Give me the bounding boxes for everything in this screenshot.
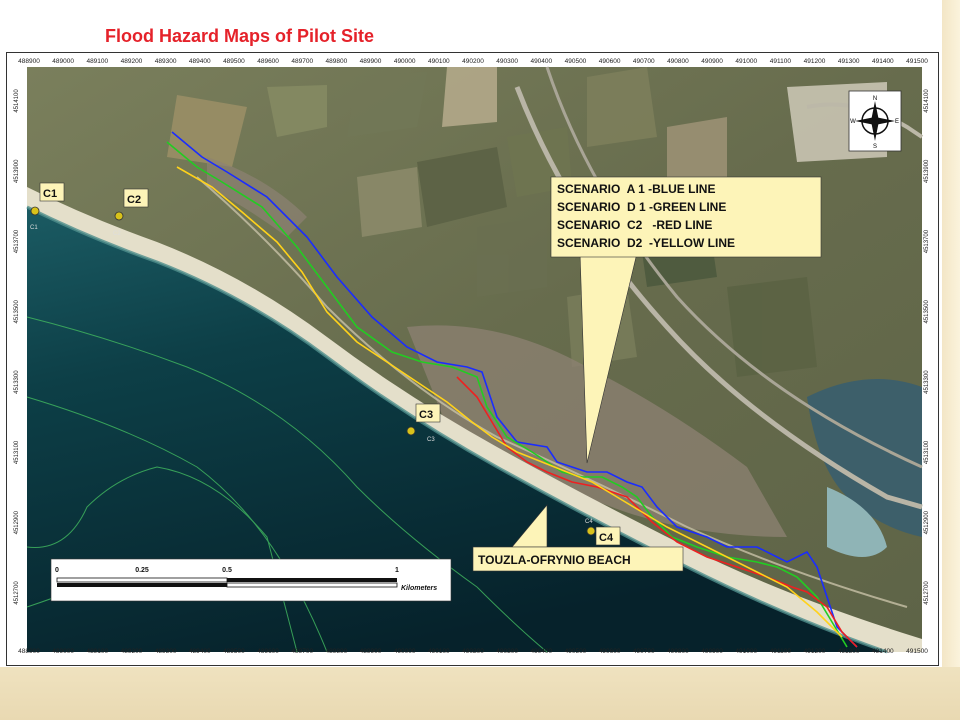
y-tick-label: 4512700	[14, 581, 20, 605]
legend-a1: SCENARIO A 1 -BLUE LINE	[557, 182, 715, 196]
x-tick-label: 490700	[633, 648, 655, 655]
y-tick-label: 4513700	[924, 229, 930, 253]
y-tick-label: 4513700	[14, 229, 20, 253]
x-tick-label: 491400	[872, 648, 894, 655]
y-tick-label: 4513300	[924, 370, 930, 394]
x-tick-label: 489300	[155, 58, 177, 65]
svg-text:C3: C3	[427, 437, 435, 443]
svg-text:Kilometers: Kilometers	[401, 585, 437, 592]
x-tick-label: 489100	[86, 58, 108, 65]
legend-d2: SCENARIO D2 -YELLOW LINE	[557, 236, 735, 250]
compass-rose: N S E W	[848, 90, 902, 152]
svg-text:C4: C4	[599, 532, 614, 544]
x-tick-label: 489800	[326, 58, 348, 65]
compass-n: N	[873, 96, 877, 102]
x-tick-label: 488900	[18, 58, 40, 65]
legend-d1: SCENARIO D 1 -GREEN LINE	[557, 200, 726, 214]
page-title: Flood Hazard Maps of Pilot Site	[105, 26, 375, 46]
x-tick-label: 489600	[257, 58, 279, 65]
x-tick-label: 489600	[257, 648, 279, 655]
x-tick-label: 490600	[599, 58, 621, 65]
x-tick-label: 490800	[667, 58, 689, 65]
y-tick-label: 4512700	[924, 581, 930, 605]
x-tick-label: 489700	[291, 648, 313, 655]
x-tick-label: 489000	[52, 58, 74, 65]
y-tick-label: 4513300	[14, 370, 20, 394]
svg-text:C4: C4	[585, 519, 593, 525]
x-tick-label: 490400	[530, 58, 552, 65]
svg-text:C3: C3	[419, 409, 433, 421]
x-tick-label: 491000	[735, 648, 757, 655]
svg-text:1: 1	[395, 567, 399, 574]
svg-text:0.25: 0.25	[135, 567, 149, 574]
x-tick-label: 491200	[804, 58, 826, 65]
x-tick-label: 491000	[735, 58, 757, 65]
flood-map: 488900 489000 489100 489200 489300 489400 4895…	[6, 52, 939, 666]
x-tick-label: 489700	[291, 58, 313, 65]
compass-e: E	[895, 119, 899, 125]
x-tick-label: 489900	[360, 648, 382, 655]
svg-text:C2: C2	[113, 231, 121, 237]
y-tick-label: 4514100	[924, 89, 930, 113]
x-tick-label: 490400	[530, 648, 552, 655]
x-tick-label: 490900	[701, 648, 723, 655]
x-tick-label: 489100	[86, 648, 108, 655]
x-tick-label: 490200	[462, 648, 484, 655]
y-tick-label: 4513500	[924, 300, 930, 324]
x-tick-label: 490000	[394, 648, 416, 655]
scale-bar: 0 0.25 0.5 1 Kilometers	[50, 558, 452, 602]
x-tick-label: 490100	[428, 58, 450, 65]
compass-w: W	[850, 119, 856, 125]
x-tick-label: 491200	[804, 648, 826, 655]
beach-label: TOUZLA-OFRYNIO BEACH	[478, 553, 631, 567]
x-tick-label: 489800	[326, 648, 348, 655]
x-tick-label: 491100	[770, 58, 792, 65]
compass-s: S	[873, 144, 877, 150]
x-tick-label: 490500	[565, 648, 587, 655]
svg-text:C1: C1	[30, 225, 38, 231]
y-tick-label: 4513500	[14, 300, 20, 324]
x-tick-label: 489900	[360, 58, 382, 65]
x-tick-label: 489000	[52, 648, 74, 655]
bottom-decoration	[0, 667, 960, 720]
x-tick-label: 489400	[189, 648, 211, 655]
x-tick-label: 491300	[838, 648, 860, 655]
x-tick-label: 490000	[394, 58, 416, 65]
x-tick-label: 491300	[838, 58, 860, 65]
svg-text:C1: C1	[43, 188, 57, 200]
x-tick-label: 491100	[770, 648, 792, 655]
x-tick-label: 489200	[121, 648, 143, 655]
y-tick-label: 4513900	[924, 159, 930, 183]
x-tick-label: 490100	[428, 648, 450, 655]
x-tick-label: 490300	[496, 648, 518, 655]
x-tick-label: 490900	[701, 58, 723, 65]
y-tick-label: 4513100	[14, 440, 20, 464]
x-tick-label: 490600	[599, 648, 621, 655]
x-tick-label: 489500	[223, 58, 245, 65]
x-tick-label: 490500	[565, 58, 587, 65]
y-tick-label: 4513100	[924, 440, 930, 464]
x-tick-label: 489300	[155, 648, 177, 655]
x-tick-label: 490200	[462, 58, 484, 65]
x-tick-label: 489200	[121, 58, 143, 65]
svg-text:0: 0	[55, 567, 59, 574]
y-tick-label: 4512900	[14, 510, 20, 534]
y-tick-label: 4512900	[924, 510, 930, 534]
x-tick-label: 490300	[496, 58, 518, 65]
x-tick-label: 491500	[906, 648, 928, 655]
x-tick-label: 489500	[223, 648, 245, 655]
x-tick-label: 491400	[872, 58, 894, 65]
y-tick-label: 4513900	[14, 159, 20, 183]
x-tick-label: 489400	[189, 58, 211, 65]
x-tick-label: 488900	[18, 648, 40, 655]
svg-text:C2: C2	[127, 194, 141, 206]
svg-text:0.5: 0.5	[222, 567, 232, 574]
x-tick-label: 490700	[633, 58, 655, 65]
legend-c2: SCENARIO C2 -RED LINE	[557, 218, 712, 232]
x-tick-label: 491500	[906, 58, 928, 65]
x-tick-label: 490800	[667, 648, 689, 655]
y-tick-label: 4514100	[14, 89, 20, 113]
side-decoration	[942, 0, 960, 720]
